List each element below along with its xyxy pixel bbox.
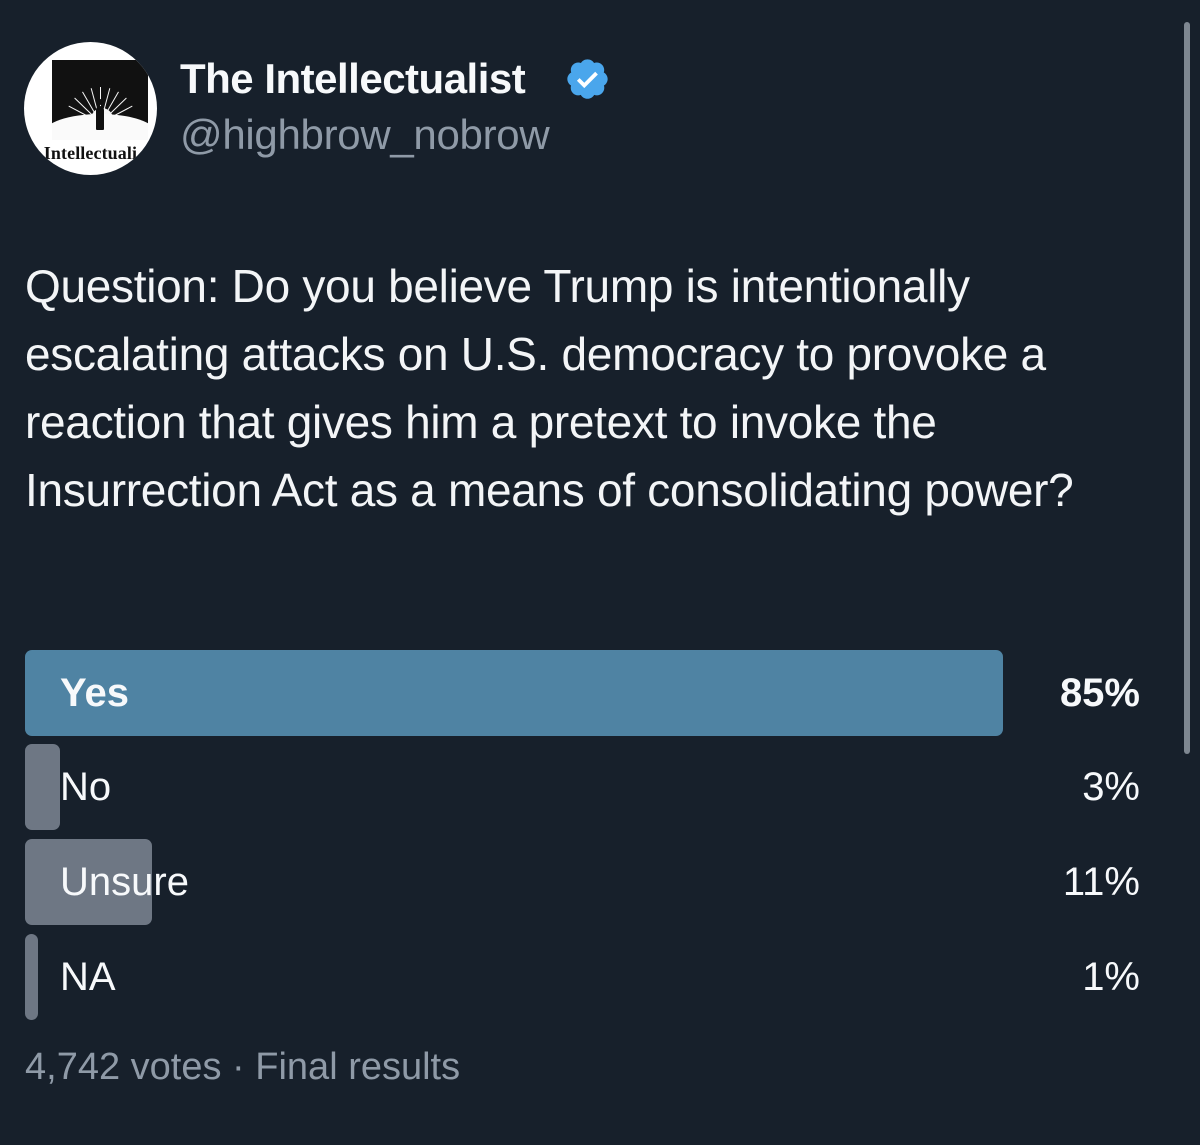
logo-mark (52, 60, 148, 140)
account-name[interactable]: The Intellectualist (180, 55, 526, 103)
verified-badge-icon (567, 59, 608, 99)
poll-bar-yes (25, 650, 1003, 736)
poll-option-label: Unsure (60, 860, 189, 904)
poll-option-no: No 3% (25, 744, 1140, 830)
avatar-wordmark: he Intellectuali (24, 143, 138, 163)
poll-bar-na (25, 934, 38, 1020)
poll-vote-count: 4,742 votes (25, 1046, 222, 1088)
poll-separator: · (221, 1046, 256, 1088)
poll-option-label: Yes (60, 671, 129, 715)
account-handle[interactable]: @highbrow_nobrow (180, 111, 550, 159)
poll-option-label: NA (60, 955, 116, 999)
poll-option-percent: 3% (1082, 765, 1140, 809)
avatar[interactable]: he Intellectuali (24, 42, 157, 175)
poll-option-na: NA 1% (25, 934, 1140, 1020)
poll-option-percent: 11% (1062, 860, 1140, 904)
scrollbar[interactable] (1184, 22, 1190, 754)
poll-bar-no (25, 744, 60, 830)
poll-option-unsure: Unsure 11% (25, 839, 1140, 925)
poll-option-percent: 85% (1059, 671, 1140, 715)
poll-status: Final results (255, 1046, 461, 1088)
poll-option-percent: 1% (1082, 955, 1140, 999)
poll-summary: 4,742 votes · Final results (25, 1046, 460, 1089)
poll-option-label: No (60, 765, 112, 809)
tweet-card: he Intellectuali The Intellectualist @hi… (0, 0, 1200, 1145)
tweet-text: Question: Do you believe Trump is intent… (25, 260, 1074, 516)
poll-option-yes: Yes 85% (25, 650, 1140, 736)
